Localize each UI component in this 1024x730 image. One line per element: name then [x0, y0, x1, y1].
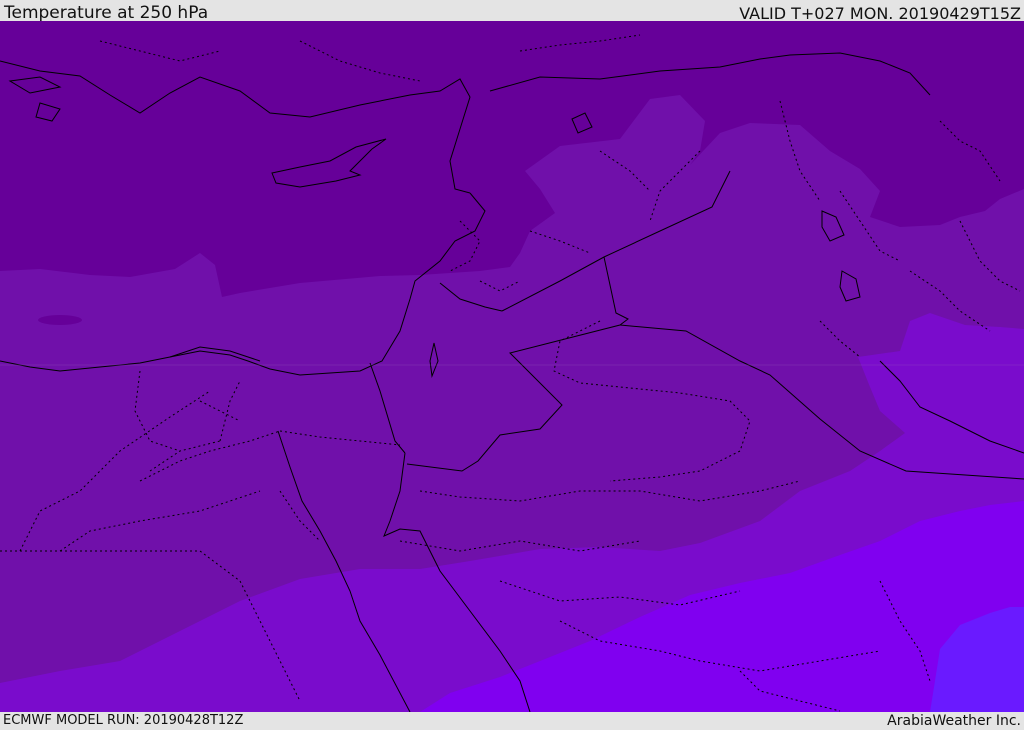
map-footer: ECMWF MODEL RUN: 20190428T12Z ArabiaWeat…	[0, 712, 1024, 729]
temperature-map-svg	[0, 21, 1024, 712]
credit-label: ArabiaWeather Inc.	[887, 713, 1021, 729]
temp-cold-pocket	[38, 315, 82, 325]
weather-map[interactable]	[0, 21, 1024, 712]
model-run-label: ECMWF MODEL RUN: 20190428T12Z	[3, 713, 244, 728]
map-header: Temperature at 250 hPa VALID T+027 MON. …	[0, 0, 1024, 23]
